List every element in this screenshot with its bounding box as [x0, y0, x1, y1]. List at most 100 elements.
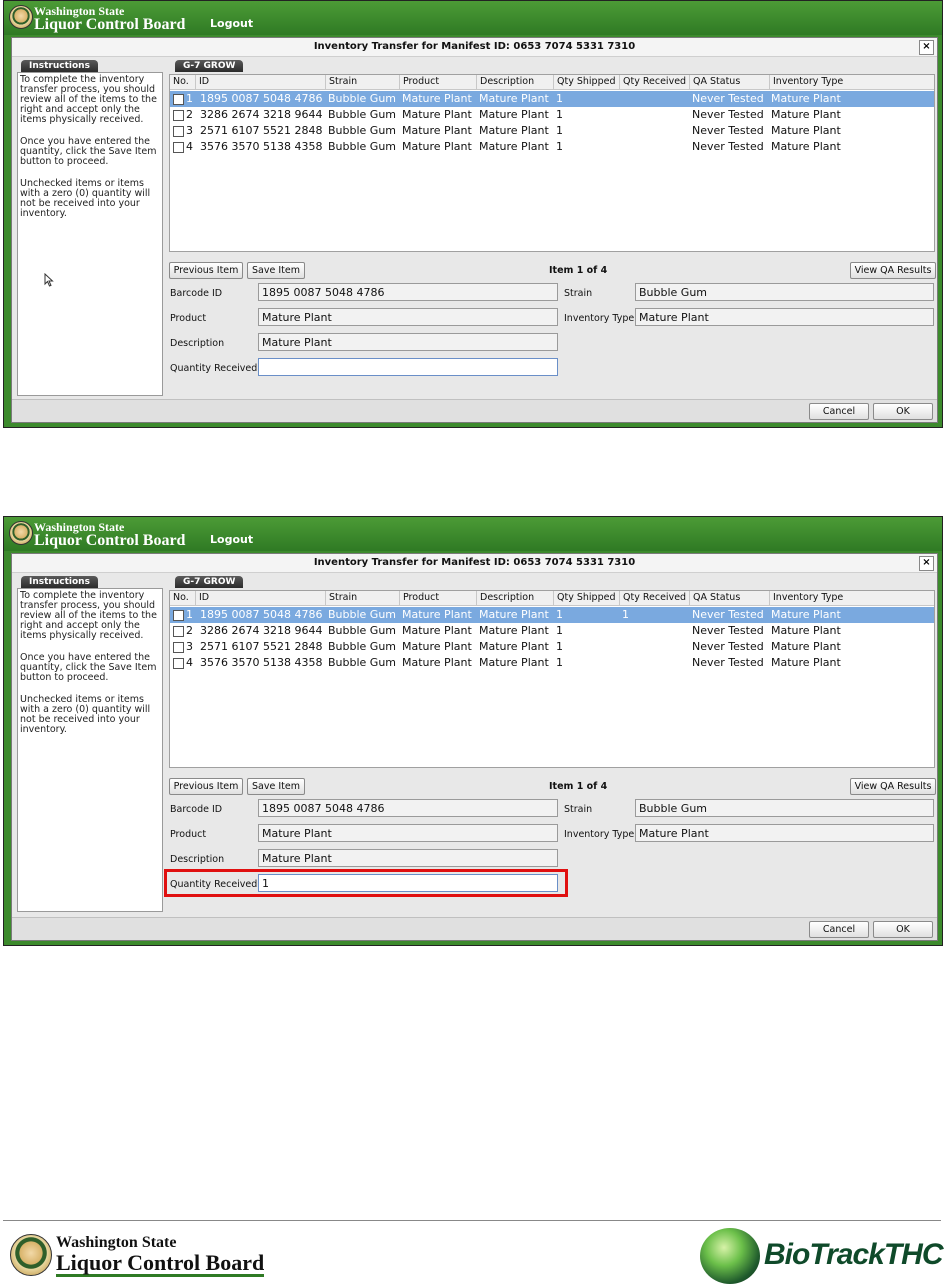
cancel-button[interactable]: Cancel [809, 403, 869, 420]
cell-product: Mature Plant [402, 640, 472, 653]
tab-g7-grow[interactable]: G-7 GROW [175, 576, 244, 588]
table-row[interactable]: 1 1895 0087 5048 4786 Bubble Gum Mature … [170, 91, 934, 107]
previous-item-button[interactable]: Previous Item [169, 778, 243, 795]
top-bar: Washington State Liquor Control Board Lo… [4, 517, 942, 551]
strain-field: Bubble Gum [635, 799, 934, 817]
logout-link[interactable]: Logout [210, 17, 253, 30]
item-counter: Item 1 of 4 [549, 265, 608, 276]
cell-strain: Bubble Gum [328, 92, 397, 105]
previous-item-button[interactable]: Previous Item [169, 262, 243, 279]
view-qa-results-button[interactable]: View QA Results [850, 262, 936, 279]
instructions-panel: To complete the inventory transfer proce… [17, 72, 163, 396]
cell-qa-status: Never Tested [692, 124, 764, 137]
view-qa-results-button[interactable]: View QA Results [850, 778, 936, 795]
close-icon[interactable]: × [919, 556, 934, 571]
cell-description: Mature Plant [479, 608, 549, 621]
cell-strain: Bubble Gum [328, 640, 397, 653]
table-row[interactable]: 2 3286 2674 3218 9644 Bubble Gum Mature … [170, 107, 934, 123]
save-item-button[interactable]: Save Item [247, 262, 305, 279]
cell-strain: Bubble Gum [328, 608, 397, 621]
row-checkbox[interactable] [173, 141, 184, 153]
row-checkbox[interactable] [173, 109, 184, 121]
col-qty-received[interactable]: Qty Received [620, 75, 690, 89]
cell-product: Mature Plant [402, 124, 472, 137]
cell-qa-status: Never Tested [692, 656, 764, 669]
ok-button[interactable]: OK [873, 403, 933, 420]
quantity-received-label: Quantity Received [170, 363, 258, 374]
cell-strain: Bubble Gum [328, 140, 397, 153]
close-icon[interactable]: × [919, 40, 934, 55]
cell-qty-shipped: 1 [556, 92, 563, 105]
logout-link[interactable]: Logout [210, 533, 253, 546]
cell-id: 3576 3570 5138 4358 [200, 656, 323, 669]
cell-strain: Bubble Gum [328, 108, 397, 121]
col-no[interactable]: No. [170, 591, 196, 605]
items-table: No. ID Strain Product Description Qty Sh… [169, 590, 935, 768]
cell-inventory-type: Mature Plant [771, 124, 841, 137]
cell-qa-status: Never Tested [692, 140, 764, 153]
dialog-actions: Cancel OK [12, 917, 937, 940]
inventory-type-field: Mature Plant [635, 824, 934, 842]
cancel-button[interactable]: Cancel [809, 921, 869, 938]
cell-id: 3286 2674 3218 9644 [200, 624, 323, 637]
col-inventory-type[interactable]: Inventory Type [770, 75, 934, 89]
state-seal-icon [10, 1234, 52, 1276]
col-product[interactable]: Product [400, 75, 477, 89]
cell-qa-status: Never Tested [692, 608, 764, 621]
instructions-paragraph: Once you have entered the quantity, clic… [20, 652, 157, 683]
cell-inventory-type: Mature Plant [771, 108, 841, 121]
highlight-box [164, 869, 568, 897]
col-id[interactable]: ID [196, 591, 326, 605]
cell-inventory-type: Mature Plant [771, 608, 841, 621]
tab-g7-grow[interactable]: G-7 GROW [175, 60, 244, 72]
row-checkbox[interactable] [173, 625, 184, 637]
tab-instructions[interactable]: Instructions [21, 576, 98, 588]
col-qty-shipped[interactable]: Qty Shipped [554, 591, 620, 605]
table-row[interactable]: 3 2571 6107 5521 2848 Bubble Gum Mature … [170, 639, 934, 655]
quantity-received-input[interactable] [258, 358, 558, 376]
description-label: Description [170, 338, 225, 349]
col-qty-received[interactable]: Qty Received [620, 591, 690, 605]
barcode-label: Barcode ID [170, 804, 223, 815]
brand-line2: Liquor Control Board [34, 532, 186, 549]
col-inventory-type[interactable]: Inventory Type [770, 591, 934, 605]
tab-instructions[interactable]: Instructions [21, 60, 98, 72]
state-seal-icon [9, 521, 33, 545]
col-strain[interactable]: Strain [326, 75, 400, 89]
description-field: Mature Plant [258, 333, 558, 351]
cell-description: Mature Plant [479, 92, 549, 105]
row-checkbox[interactable] [173, 93, 184, 105]
inventory-type-label: Inventory Type [564, 313, 635, 324]
row-checkbox[interactable] [173, 125, 184, 137]
save-item-button[interactable]: Save Item [247, 778, 305, 795]
cell-qty-shipped: 1 [556, 624, 563, 637]
table-row[interactable]: 4 3576 3570 5138 4358 Bubble Gum Mature … [170, 655, 934, 671]
col-description[interactable]: Description [477, 591, 554, 605]
cell-description: Mature Plant [479, 656, 549, 669]
col-no[interactable]: No. [170, 75, 196, 89]
row-checkbox[interactable] [173, 609, 184, 621]
table-row[interactable]: 2 3286 2674 3218 9644 Bubble Gum Mature … [170, 623, 934, 639]
col-product[interactable]: Product [400, 591, 477, 605]
col-qa-status[interactable]: QA Status [690, 75, 770, 89]
col-qa-status[interactable]: QA Status [690, 591, 770, 605]
col-description[interactable]: Description [477, 75, 554, 89]
dialog-title: Inventory Transfer for Manifest ID: 0653… [12, 38, 937, 57]
row-checkbox[interactable] [173, 641, 184, 653]
cell-qa-status: Never Tested [692, 92, 764, 105]
table-row[interactable]: 3 2571 6107 5521 2848 Bubble Gum Mature … [170, 123, 934, 139]
row-checkbox[interactable] [173, 657, 184, 669]
cell-strain: Bubble Gum [328, 656, 397, 669]
col-qty-shipped[interactable]: Qty Shipped [554, 75, 620, 89]
product-field: Mature Plant [258, 824, 558, 842]
col-id[interactable]: ID [196, 75, 326, 89]
ok-button[interactable]: OK [873, 921, 933, 938]
inventory-transfer-dialog: Inventory Transfer for Manifest ID: 0653… [11, 37, 938, 423]
main-panel: No. ID Strain Product Description Qty Sh… [164, 588, 936, 914]
cell-inventory-type: Mature Plant [771, 624, 841, 637]
cell-qty-shipped: 1 [556, 608, 563, 621]
cell-description: Mature Plant [479, 624, 549, 637]
col-strain[interactable]: Strain [326, 591, 400, 605]
table-row[interactable]: 1 1895 0087 5048 4786 Bubble Gum Mature … [170, 607, 934, 623]
table-row[interactable]: 4 3576 3570 5138 4358 Bubble Gum Mature … [170, 139, 934, 155]
